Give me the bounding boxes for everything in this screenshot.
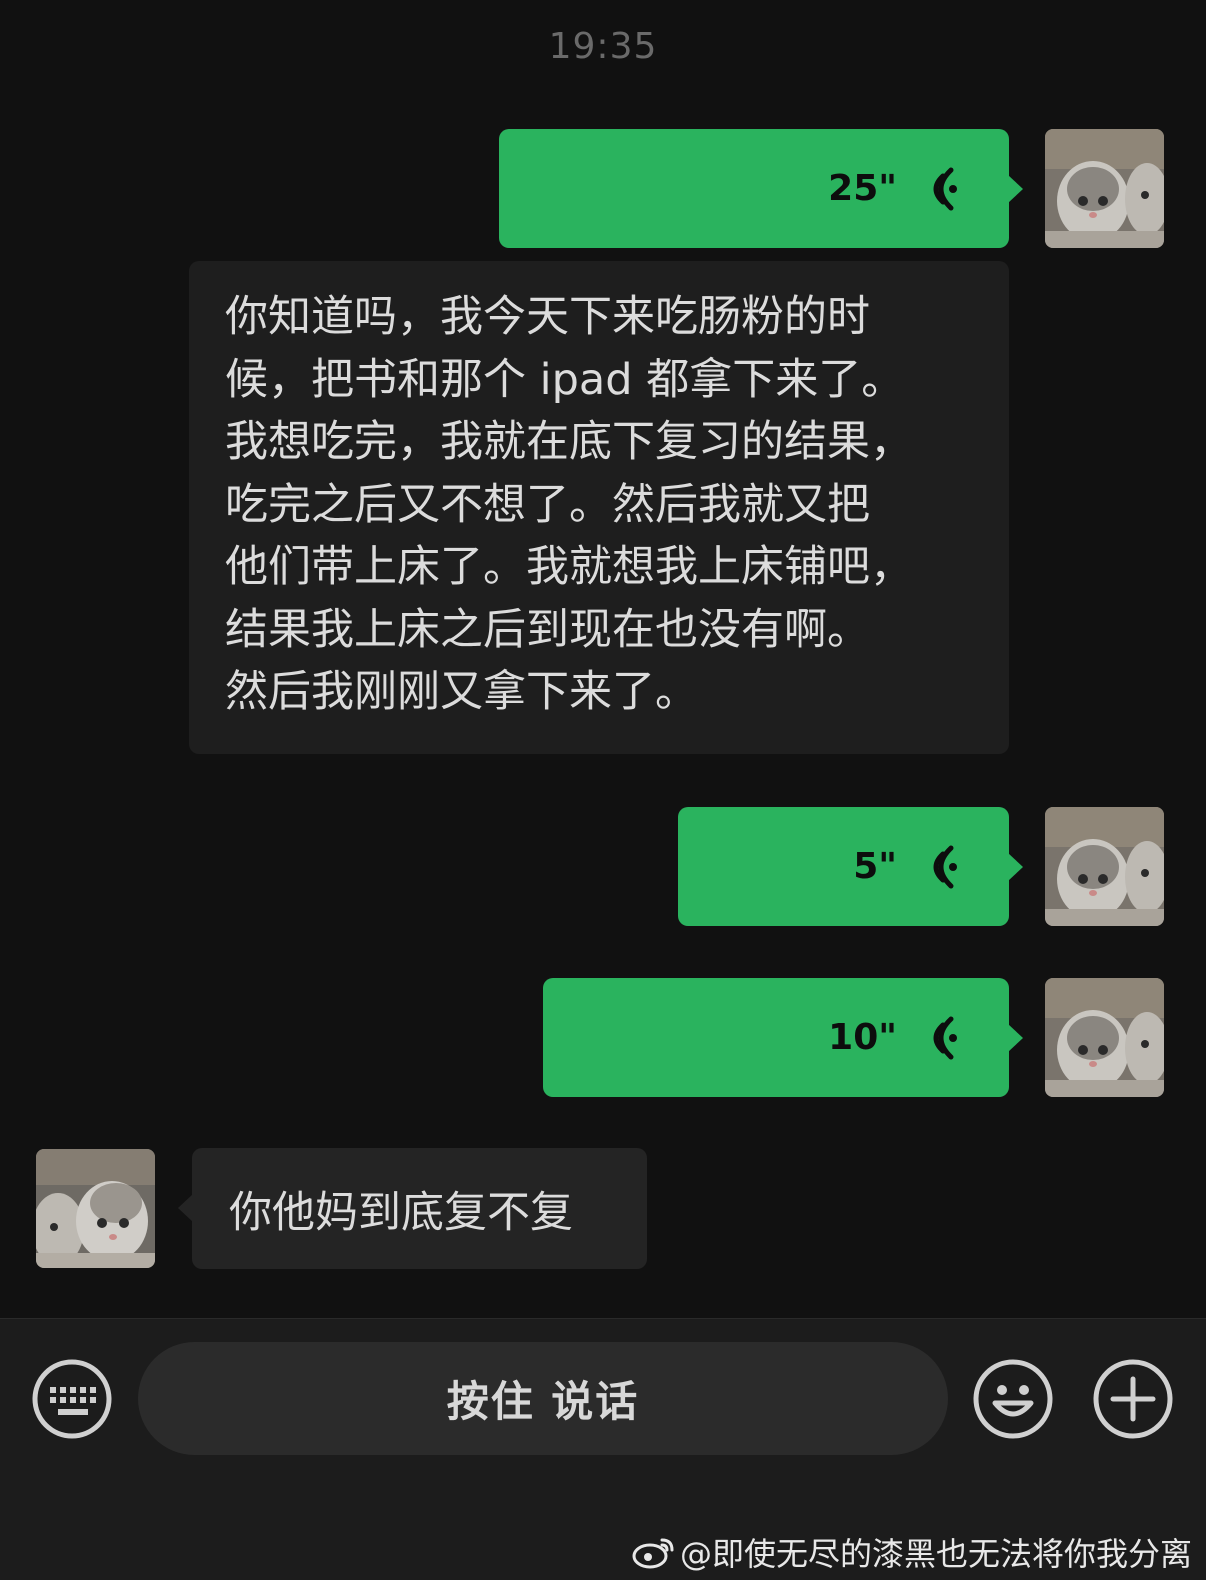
voice-wave-icon: [933, 167, 957, 210]
keyboard-icon: [32, 1359, 112, 1439]
transcript-line: 我想吃完，我就在底下复习的结果，: [225, 417, 913, 467]
user-avatar[interactable]: [1045, 978, 1164, 1097]
hold-to-talk-button[interactable]: 按住 说话: [138, 1342, 948, 1455]
transcript-line: 然后我刚刚又拿下来了。: [225, 667, 698, 717]
emoji-icon: [973, 1359, 1053, 1439]
more-options-button[interactable]: [1093, 1359, 1173, 1439]
emoji-button[interactable]: [973, 1359, 1053, 1439]
voice-message-bubble[interactable]: 25": [499, 129, 1023, 248]
voice-duration: 25": [828, 168, 897, 209]
voice-transcript[interactable]: 你知道吗，我今天下来吃肠粉的时 候，把书和那个 ipad 都拿下来了。 我想吃完…: [189, 261, 1009, 754]
kitten-avatar-icon: [1045, 807, 1164, 926]
voice-duration: 5": [853, 846, 897, 887]
user-avatar[interactable]: [1045, 129, 1164, 248]
transcript-line: 吃完之后又不想了。然后我就又把: [225, 479, 870, 530]
transcript-line: 你知道吗，我今天下来吃肠粉的时: [225, 292, 870, 342]
voice-wave-icon: [933, 1016, 957, 1059]
voice-message-bubble[interactable]: 5": [678, 807, 1023, 926]
watermark: @即使无尽的漆黑也无法将你我分离: [632, 1529, 1192, 1575]
message-timestamp: 19:35: [548, 26, 658, 67]
kitten-avatar-icon: [36, 1149, 155, 1268]
kitten-avatar-icon: [1045, 129, 1164, 248]
plus-icon: [1093, 1359, 1173, 1439]
voice-duration: 10": [828, 1017, 897, 1058]
transcript-line: 结果我上床之后到现在也没有啊。: [225, 604, 870, 655]
transcript-line: 候，把书和那个 ipad 都拿下来了。: [225, 354, 905, 405]
user-avatar[interactable]: [1045, 807, 1164, 926]
kitten-avatar-icon: [1045, 978, 1164, 1097]
contact-avatar[interactable]: [36, 1149, 155, 1268]
weibo-icon: [632, 1538, 674, 1569]
incoming-message-bubble[interactable]: 你他妈到底复不复: [178, 1148, 647, 1269]
transcript-line: 他们带上床了。我就想我上床铺吧，: [225, 542, 913, 592]
message-text: 你他妈到底复不复: [229, 1187, 573, 1238]
watermark-text: @即使无尽的漆黑也无法将你我分离: [679, 1535, 1192, 1573]
voice-wave-icon: [933, 845, 957, 888]
keyboard-toggle-button[interactable]: [32, 1359, 112, 1439]
voice-message-bubble[interactable]: 10": [543, 978, 1023, 1097]
